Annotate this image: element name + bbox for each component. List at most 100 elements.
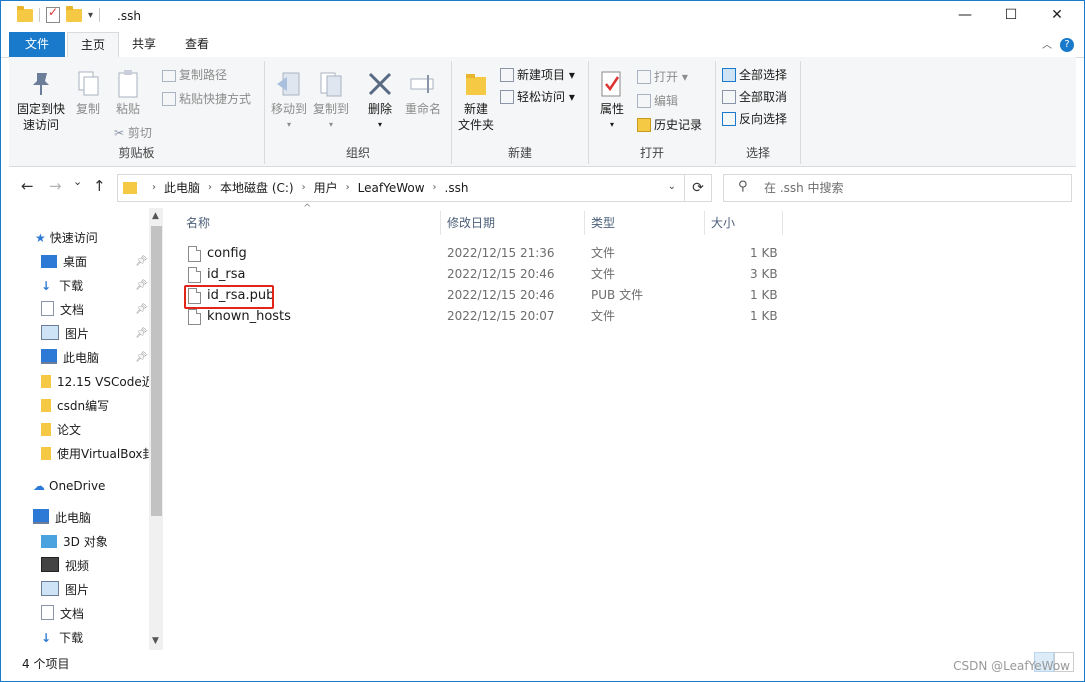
tab-file[interactable]: 文件 bbox=[9, 32, 65, 57]
nav-this-pc-pinned-label: 此电脑 bbox=[63, 351, 100, 365]
tab-share[interactable]: 共享 bbox=[121, 32, 167, 57]
nav-videos[interactable]: 视频 bbox=[41, 555, 89, 577]
nav-desktop[interactable]: 桌面 bbox=[41, 251, 87, 273]
nav-this-pc[interactable]: 此电脑 bbox=[33, 507, 91, 529]
select-none-label: 全部取消 bbox=[739, 90, 788, 104]
new-folder-icon[interactable] bbox=[66, 5, 82, 22]
nav-folder-vscode[interactable]: 12.15 VSCode近 bbox=[41, 371, 154, 393]
delete-button[interactable]: 删除 ▾ bbox=[363, 69, 397, 133]
crumb-separator: › bbox=[432, 182, 437, 193]
tab-home[interactable]: 主页 bbox=[67, 32, 119, 59]
copy-to-button[interactable]: 复制到 ▾ bbox=[311, 69, 351, 133]
scrollbar-thumb[interactable] bbox=[151, 226, 162, 516]
breadcrumb-users[interactable]: 用户 bbox=[314, 175, 338, 201]
up-button[interactable]: ↑ bbox=[93, 177, 106, 195]
minimize-button[interactable]: — bbox=[942, 1, 988, 32]
maximize-button[interactable]: ☐ bbox=[988, 1, 1034, 32]
chevron-down-icon[interactable]: ⌄ bbox=[668, 181, 676, 192]
breadcrumb: › 此电脑 › 本地磁盘 (C:) › 用户 › LeafYeWow › .ss… bbox=[144, 175, 468, 201]
pin-icon[interactable]: 📌︎ bbox=[135, 328, 148, 339]
breadcrumb-ssh[interactable]: .ssh bbox=[445, 175, 469, 201]
cut-button[interactable]: ✂ 剪切 bbox=[114, 123, 152, 143]
nav-pictures[interactable]: 图片 bbox=[41, 323, 89, 345]
qat-dropdown-icon[interactable]: ▾ bbox=[88, 10, 93, 21]
copy-button[interactable]: 复制 bbox=[71, 69, 105, 117]
column-divider[interactable] bbox=[704, 211, 705, 235]
copy-path-button[interactable]: 复制路径 bbox=[162, 65, 227, 85]
column-header-name[interactable]: 名称 bbox=[186, 208, 210, 238]
breadcrumb-local-disk[interactable]: 本地磁盘 (C:) bbox=[220, 175, 294, 201]
select-all-button[interactable]: 全部选择 bbox=[722, 65, 787, 85]
easy-access-button[interactable]: 轻松访问 ▾ bbox=[500, 87, 575, 107]
tab-view[interactable]: 查看 bbox=[173, 32, 221, 57]
folder-icon bbox=[41, 375, 51, 388]
nav-pc-documents[interactable]: 文档 bbox=[41, 603, 84, 625]
easy-access-label: 轻松访问 ▾ bbox=[517, 90, 575, 104]
clipboard-icon bbox=[114, 69, 142, 99]
paste-shortcut-icon bbox=[162, 92, 176, 106]
file-row[interactable]: id_rsa 2022/12/15 20:46 文件 3 KB bbox=[171, 264, 791, 285]
quick-access-toolbar: ▾ bbox=[17, 5, 101, 23]
navigation-bar: ← → ⌄ ↑ › 此电脑 › 本地磁盘 (C:) › 用户 › LeafYeW… bbox=[9, 167, 1076, 207]
select-none-button[interactable]: 全部取消 bbox=[722, 87, 787, 107]
column-header-date[interactable]: 修改日期 bbox=[447, 208, 495, 238]
nav-pc-downloads[interactable]: ↓ 下载 bbox=[41, 627, 83, 649]
file-row[interactable]: config 2022/12/15 21:36 文件 1 KB bbox=[171, 243, 791, 264]
move-to-dropdown-icon: ▾ bbox=[286, 120, 291, 129]
edit-button[interactable]: 编辑 bbox=[637, 91, 678, 111]
rename-button[interactable]: 重命名 bbox=[401, 69, 445, 117]
column-header-size[interactable]: 大小 bbox=[711, 208, 735, 238]
properties-button[interactable]: 属性 ▾ bbox=[595, 69, 629, 133]
new-item-button[interactable]: 新建项目 ▾ bbox=[500, 65, 575, 85]
pin-quick-access-button[interactable]: 固定到快 速访问 bbox=[13, 69, 69, 133]
nav-3d-objects[interactable]: 3D 对象 bbox=[41, 531, 108, 553]
properties-icon[interactable] bbox=[46, 5, 60, 23]
nav-folder-csdn[interactable]: csdn编写 bbox=[41, 395, 109, 417]
file-row[interactable]: known_hosts 2022/12/15 20:07 文件 1 KB bbox=[171, 306, 791, 327]
help-icon[interactable]: ? bbox=[1060, 38, 1074, 52]
nav-quick-access[interactable]: ★ 快速访问 bbox=[35, 227, 98, 249]
address-bar[interactable]: › 此电脑 › 本地磁盘 (C:) › 用户 › LeafYeWow › .ss… bbox=[117, 174, 685, 202]
nav-folder-virtualbox[interactable]: 使用VirtualBox封 bbox=[41, 443, 155, 465]
move-to-button[interactable]: 移动到 ▾ bbox=[269, 69, 309, 133]
recent-locations-button[interactable]: ⌄ bbox=[73, 175, 82, 188]
nav-this-pc-pinned[interactable]: 此电脑 bbox=[41, 347, 99, 369]
breadcrumb-user[interactable]: LeafYeWow bbox=[358, 175, 425, 201]
nav-pc-pictures[interactable]: 图片 bbox=[41, 579, 89, 601]
nav-documents[interactable]: 文档 bbox=[41, 299, 84, 321]
nav-scrollbar[interactable]: ▲ ▼ bbox=[149, 208, 163, 650]
history-icon bbox=[637, 118, 651, 132]
pin-icon[interactable]: 📌︎ bbox=[135, 352, 148, 363]
forward-button[interactable]: → bbox=[49, 177, 62, 195]
document-icon bbox=[41, 605, 54, 620]
nav-folder-papers[interactable]: 论文 bbox=[41, 419, 81, 441]
paste-button[interactable]: 粘贴 bbox=[111, 69, 145, 117]
invert-selection-button[interactable]: 反向选择 bbox=[722, 109, 787, 129]
column-divider[interactable] bbox=[440, 211, 441, 235]
back-button[interactable]: ← bbox=[21, 177, 34, 195]
column-header-type[interactable]: 类型 bbox=[591, 208, 615, 238]
file-date: 2022/12/15 20:46 bbox=[447, 288, 555, 302]
search-placeholder[interactable]: 在 .ssh 中搜索 bbox=[764, 175, 844, 201]
document-icon bbox=[41, 301, 54, 316]
pin-icon[interactable]: 📌︎ bbox=[135, 304, 148, 315]
nav-downloads[interactable]: ↓ 下载 bbox=[41, 275, 83, 297]
refresh-button[interactable]: ⟳ bbox=[684, 174, 712, 202]
search-box[interactable]: ⚲ 在 .ssh 中搜索 bbox=[723, 174, 1072, 202]
column-divider[interactable] bbox=[782, 211, 783, 235]
column-divider[interactable] bbox=[584, 211, 585, 235]
scroll-down-icon[interactable]: ▼ bbox=[152, 636, 159, 646]
paste-shortcut-button[interactable]: 粘贴快捷方式 bbox=[162, 89, 251, 109]
collapse-ribbon-icon[interactable]: ︿ bbox=[1042, 36, 1052, 51]
breadcrumb-this-pc[interactable]: 此电脑 bbox=[164, 175, 200, 201]
new-folder-button[interactable]: 新建 文件夹 bbox=[456, 69, 496, 133]
rename-label: 重命名 bbox=[404, 102, 441, 116]
pin-icon[interactable]: 📌︎ bbox=[135, 256, 148, 267]
open-button[interactable]: 打开 ▾ bbox=[637, 67, 688, 87]
history-button[interactable]: 历史记录 bbox=[637, 115, 702, 135]
pin-icon[interactable]: 📌︎ bbox=[135, 280, 148, 291]
file-size: 1 KB bbox=[750, 246, 778, 260]
scroll-up-icon[interactable]: ▲ bbox=[152, 211, 159, 221]
close-button[interactable]: ✕ bbox=[1034, 1, 1080, 32]
nav-onedrive[interactable]: ☁ OneDrive bbox=[33, 475, 105, 497]
